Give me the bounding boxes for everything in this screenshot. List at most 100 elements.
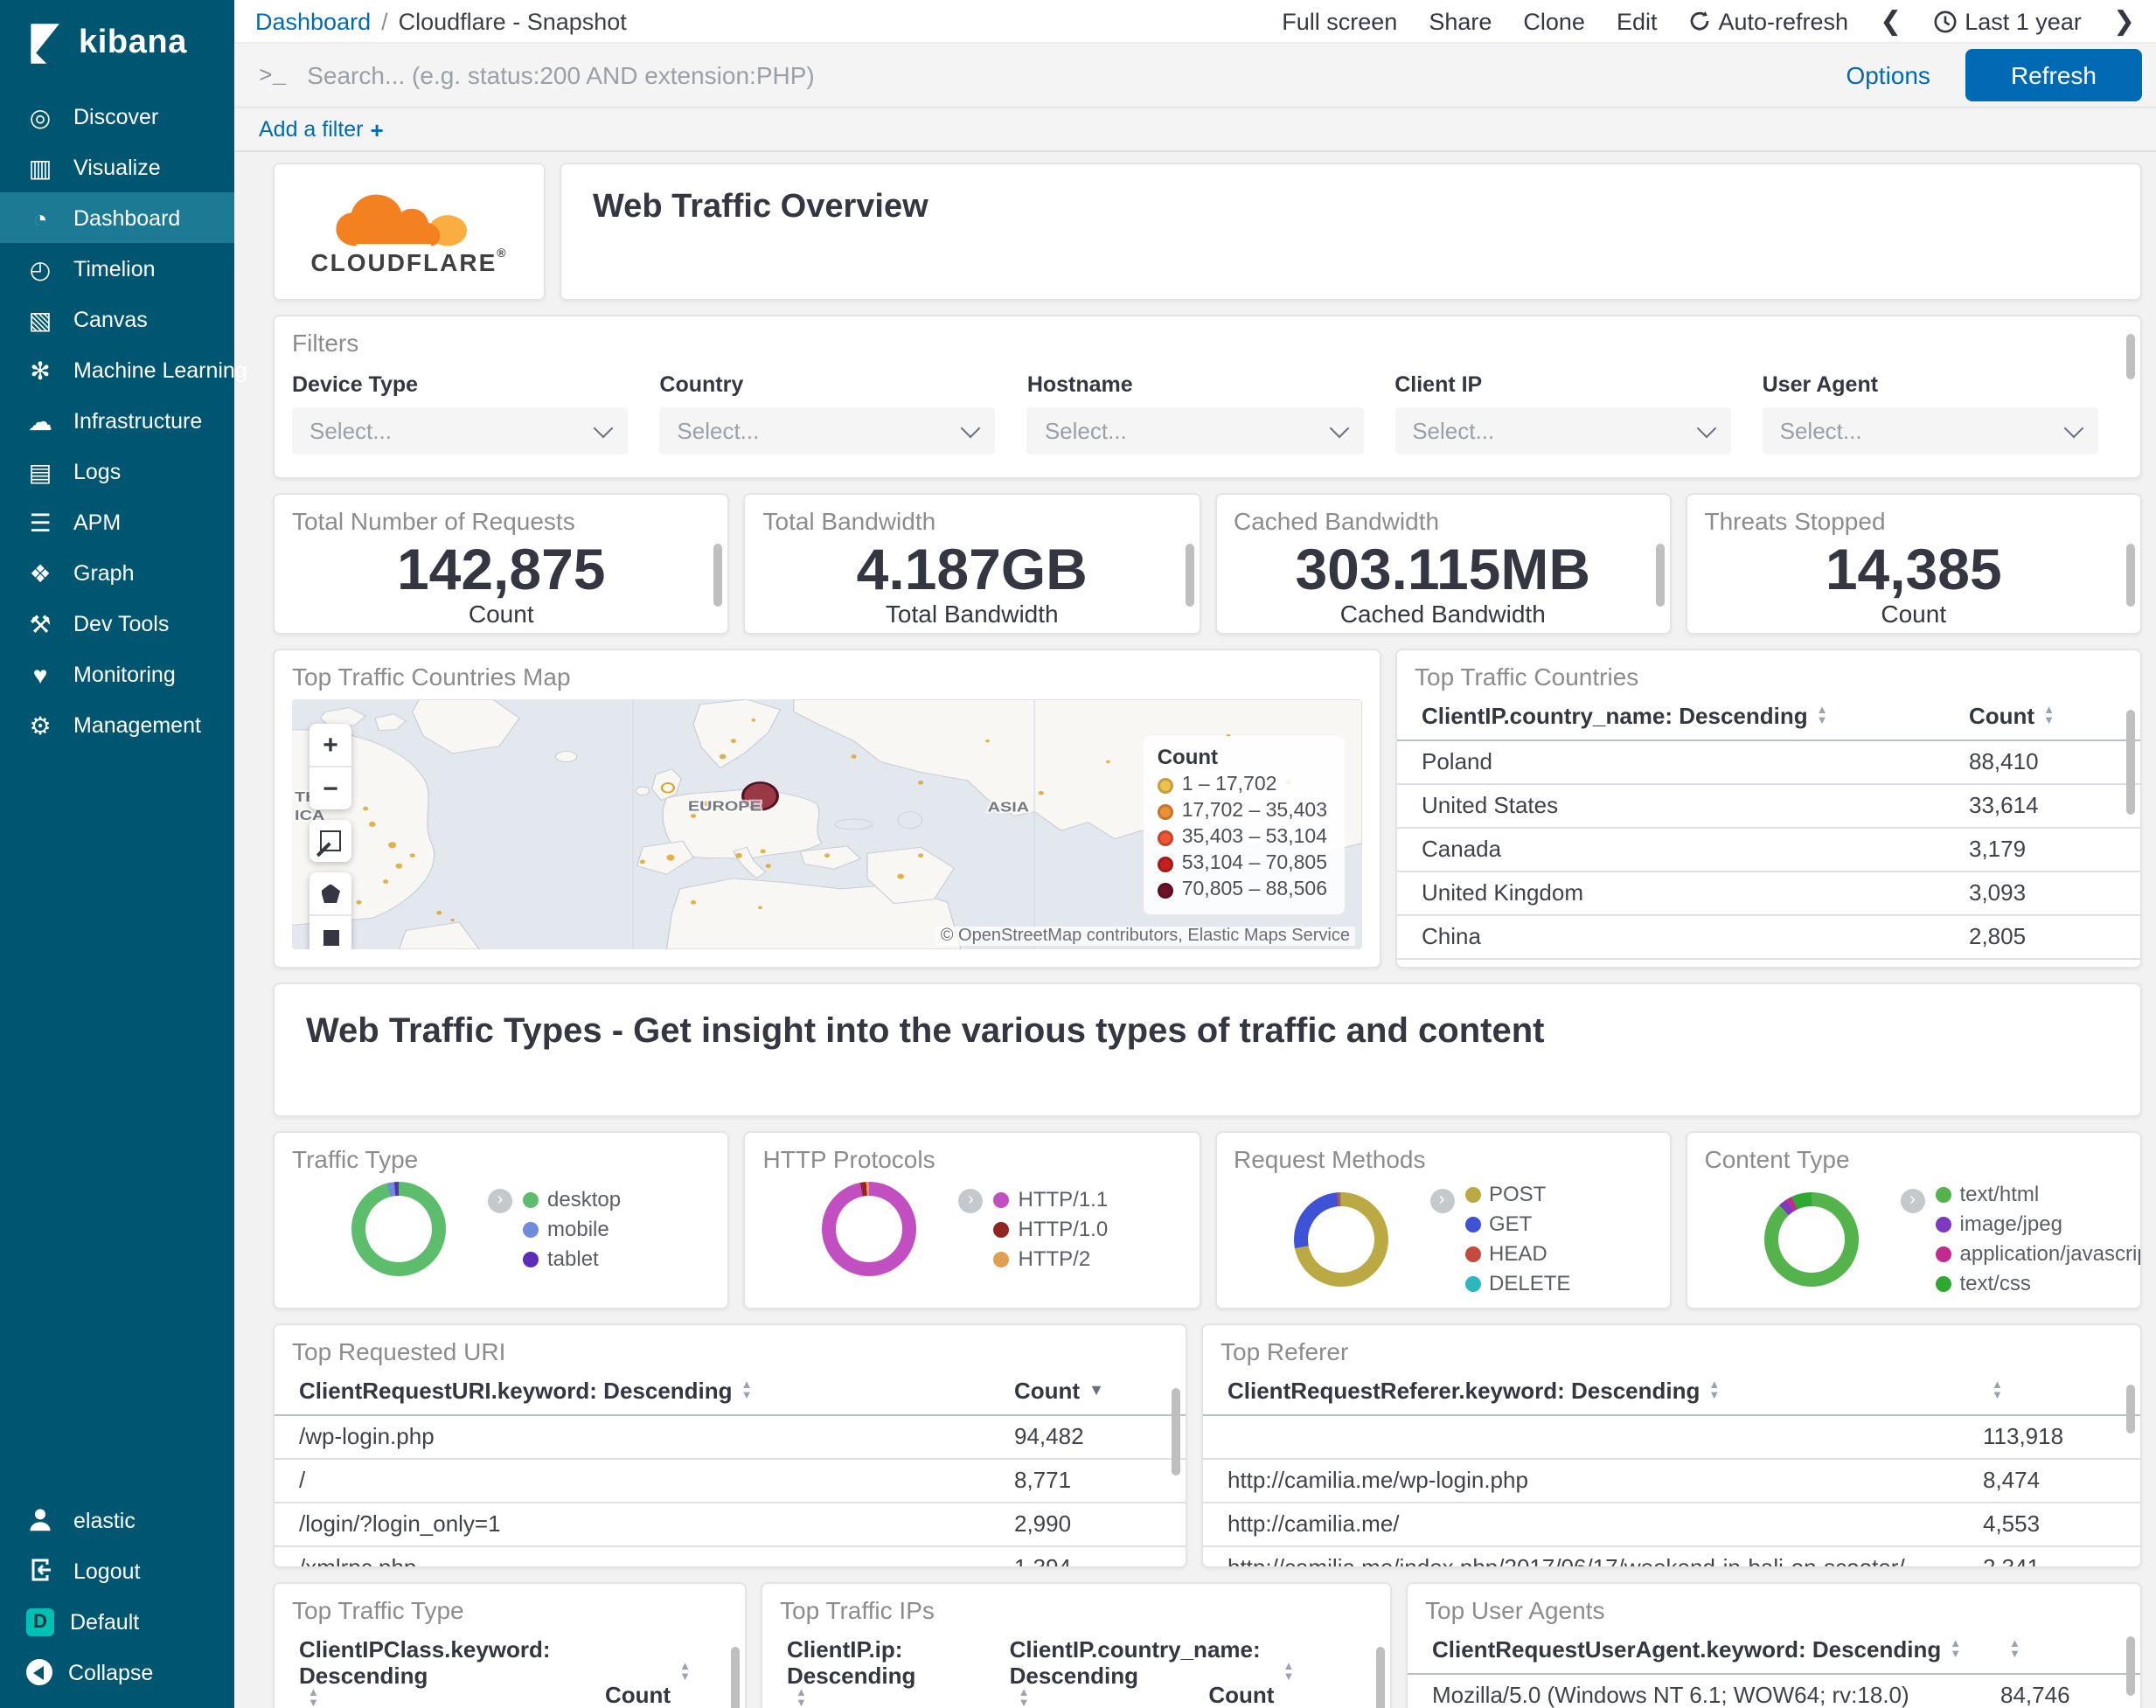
legend-item[interactable]: mobile [523, 1217, 621, 1241]
map-point[interactable] [918, 853, 924, 858]
rectangle-tool-button[interactable] [309, 914, 351, 949]
column-header[interactable]: ClientIP.country_name: Descending [1422, 703, 1969, 729]
column-header[interactable]: Count [1014, 1378, 1168, 1404]
legend-item[interactable]: desktop [523, 1187, 621, 1212]
map-point[interactable] [730, 739, 736, 744]
sidebar-item[interactable]: ▥ Visualize [0, 142, 234, 192]
auto-refresh-button[interactable]: Auto-refresh [1689, 8, 1848, 34]
legend-item[interactable]: HEAD [1464, 1241, 1570, 1266]
filter-select[interactable]: Select... [1026, 407, 1364, 455]
map-point[interactable] [735, 852, 742, 858]
sidebar-item-space[interactable]: D Default [0, 1596, 234, 1647]
sidebar-item[interactable]: ▧ Canvas [0, 294, 234, 344]
sidebar-item[interactable]: ☰ APM [0, 496, 234, 547]
scrollbar[interactable] [2126, 1636, 2135, 1696]
scrollbar[interactable] [1655, 544, 1665, 607]
sidebar-item[interactable]: ⚒ Dev Tools [0, 598, 234, 649]
sort-icon[interactable] [2043, 706, 2055, 726]
sidebar-item[interactable]: ▤ Logs [0, 446, 234, 496]
column-header[interactable]: Count [605, 1636, 727, 1708]
sort-icon[interactable] [1283, 1663, 1294, 1682]
map-point[interactable] [395, 863, 403, 869]
map-point[interactable] [450, 918, 455, 922]
scrollbar[interactable] [2126, 334, 2135, 379]
zoom-in-button[interactable]: + [309, 724, 351, 766]
scrollbar[interactable] [731, 1647, 740, 1708]
donut-chart[interactable] [1763, 1191, 1859, 1286]
sidebar-item-logout[interactable]: Logout [0, 1545, 234, 1596]
sort-icon[interactable] [796, 1689, 807, 1708]
sidebar-item[interactable]: ◴ Timelion [0, 243, 234, 294]
legend-item[interactable]: text/html [1935, 1182, 2140, 1206]
sort-icon[interactable] [741, 1381, 753, 1400]
column-header[interactable] [1983, 1378, 2123, 1404]
scrollbar[interactable] [2126, 544, 2135, 607]
legend-item[interactable]: HTTP/1.1 [993, 1187, 1108, 1212]
scrollbar[interactable] [1185, 544, 1193, 607]
plus-icon[interactable]: + [371, 116, 384, 142]
filter-select[interactable]: Select... [659, 407, 996, 455]
time-back-button[interactable]: ❮ [1880, 5, 1902, 37]
sort-icon[interactable] [1992, 1381, 2003, 1400]
donut-chart[interactable] [351, 1182, 446, 1276]
map-point[interactable] [851, 754, 857, 759]
legend-item[interactable]: HTTP/1.0 [993, 1217, 1108, 1241]
map-point[interactable] [719, 753, 727, 760]
sidebar-item[interactable]: ❖ Graph [0, 547, 234, 598]
map-point[interactable] [760, 849, 766, 854]
map-point[interactable] [388, 842, 397, 849]
legend-toggle-icon[interactable]: › [1900, 1189, 1925, 1213]
map-point[interactable] [356, 899, 362, 905]
time-forward-button[interactable]: ❯ [2113, 5, 2135, 37]
map-attribution[interactable]: © OpenStreetMap contributors, Elastic Ma… [935, 927, 1355, 946]
sidebar-item-collapse[interactable]: Collapse [0, 1647, 234, 1698]
column-header[interactable] [2000, 1636, 2123, 1663]
map-point[interactable] [1038, 790, 1044, 795]
options-button[interactable]: Options [1846, 61, 1930, 89]
sidebar-item[interactable]: ◎ Discover [0, 91, 234, 142]
add-filter-button[interactable]: Add a filter [259, 117, 364, 142]
column-header[interactable]: ClientRequestReferer.keyword: Descending [1228, 1378, 1983, 1404]
legend-item[interactable]: POST [1464, 1182, 1570, 1206]
map-point[interactable] [666, 854, 675, 861]
scrollbar[interactable] [1376, 1647, 1385, 1708]
map-point[interactable] [690, 814, 697, 818]
filter-select[interactable]: Select... [292, 407, 629, 455]
sort-desc-icon[interactable] [1088, 1378, 1104, 1404]
map-point[interactable] [409, 853, 415, 858]
legend-item[interactable]: image/jpeg [1935, 1212, 2140, 1236]
share-button[interactable]: Share [1429, 8, 1492, 34]
sidebar-item[interactable]: ♥ Monitoring [0, 649, 234, 699]
map-point[interactable] [758, 906, 762, 910]
sort-icon[interactable] [308, 1689, 319, 1708]
legend-item[interactable]: tablet [523, 1246, 621, 1271]
legend-item[interactable]: text/css [1935, 1271, 2140, 1295]
legend-item[interactable]: DELETE [1464, 1271, 1570, 1295]
filter-select[interactable]: Select... [1762, 407, 2099, 455]
map-point[interactable] [436, 910, 442, 915]
column-header[interactable]: ClientRequestUserAgent.keyword: Descendi… [1432, 1636, 2000, 1663]
legend-item[interactable]: GET [1464, 1212, 1570, 1236]
polygon-tool-button[interactable] [309, 872, 351, 914]
sidebar-item[interactable]: ☁ Infrastructure [0, 395, 234, 446]
column-header[interactable]: Count [1969, 703, 2123, 729]
sort-icon[interactable] [679, 1663, 691, 1682]
sort-icon[interactable] [2009, 1640, 2020, 1659]
edit-button[interactable]: Edit [1617, 8, 1658, 34]
column-header[interactable]: ClientIP.country_name: Descending [1010, 1636, 1261, 1708]
crop-tool-button[interactable] [309, 820, 351, 862]
column-header[interactable]: Count [1208, 1636, 1373, 1708]
sort-icon[interactable] [1019, 1689, 1030, 1708]
time-picker-button[interactable]: Last 1 year [1933, 8, 2082, 34]
zoom-out-button[interactable]: − [309, 766, 351, 809]
scrollbar[interactable] [1172, 1388, 1180, 1475]
map-point[interactable] [765, 864, 771, 869]
sort-icon[interactable] [1708, 1381, 1720, 1400]
clone-button[interactable]: Clone [1523, 8, 1585, 34]
column-header[interactable]: ClientIPClass.keyword: Descending [299, 1636, 605, 1708]
kibana-logo[interactable]: kibana [0, 0, 234, 91]
map-point[interactable] [368, 822, 376, 827]
search-input[interactable] [303, 59, 1829, 91]
map-point[interactable] [918, 780, 924, 785]
scrollbar[interactable] [2126, 1385, 2135, 1434]
